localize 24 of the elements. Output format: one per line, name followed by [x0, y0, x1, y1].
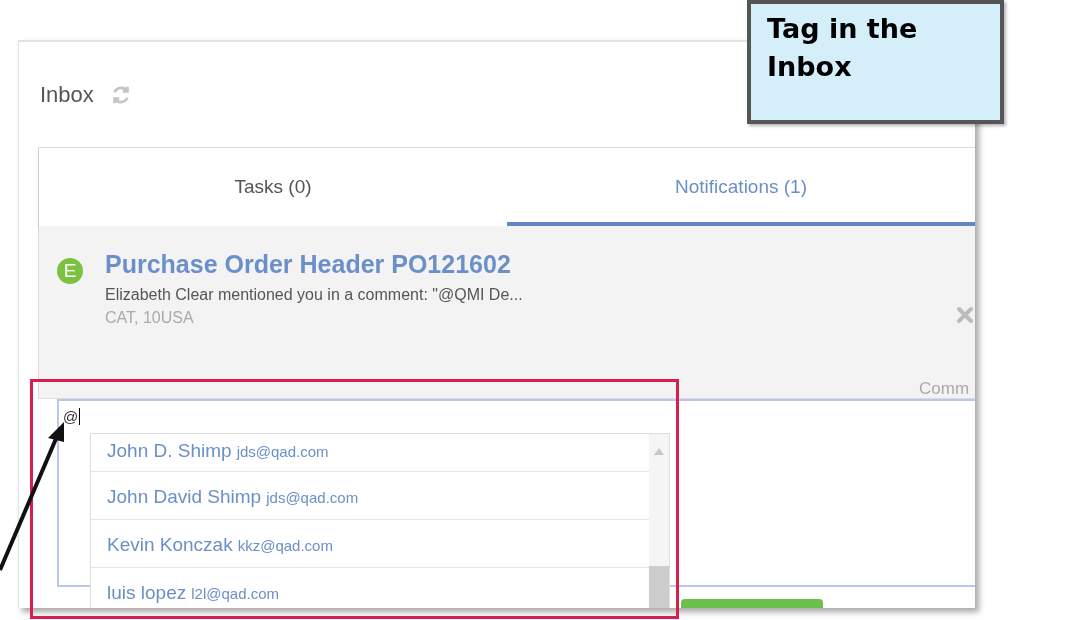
- user-name: John D. Shimp: [107, 439, 232, 463]
- suggestion-item[interactable]: John David Shimp jds@qad.com: [91, 472, 649, 520]
- callout-text: Tag in the Inbox: [767, 12, 919, 84]
- action-label[interactable]: Comm: [919, 376, 970, 402]
- scrollbar[interactable]: [649, 434, 669, 608]
- suggestion-item[interactable]: Kevin Konczak kkz@qad.com: [91, 520, 649, 568]
- user-name: John David Shimp: [107, 485, 262, 509]
- close-icon[interactable]: [956, 306, 974, 324]
- user-email: kkz@qad.com: [237, 536, 333, 556]
- user-name: luis lopez: [107, 581, 187, 605]
- user-email: l2l@qad.com: [191, 584, 279, 604]
- tab[interactable]: Tasks (0): [39, 148, 507, 226]
- notification-title[interactable]: Purchase Order Header PO121602: [105, 248, 523, 280]
- notification-message: Elizabeth Clear mentioned you in a comment: "@QMI De...: [105, 285, 523, 305]
- user-email: jds@qad.com: [266, 488, 359, 508]
- inbox-title: Inbox: [40, 81, 94, 109]
- user-name: Kevin Konczak: [107, 533, 233, 557]
- suggestion-item[interactable]: John D. Shimp jds@qad.com: [91, 434, 649, 472]
- notification-context: CAT, 10USA: [105, 308, 195, 328]
- user-email: jds@qad.com: [236, 442, 329, 462]
- scroll-up-icon[interactable]: [654, 448, 664, 455]
- scroll-thumb[interactable]: [649, 566, 669, 608]
- avatar: E: [57, 258, 83, 284]
- submit-button[interactable]: [681, 599, 823, 608]
